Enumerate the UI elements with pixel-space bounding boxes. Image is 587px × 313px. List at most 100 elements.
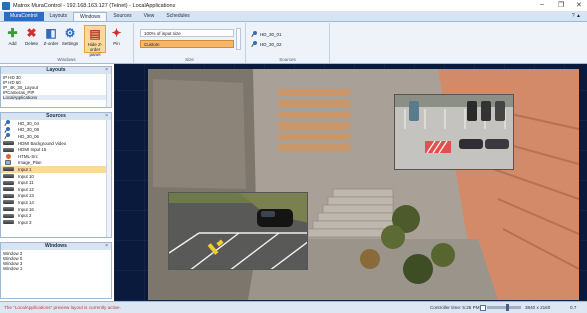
source-item-label: HD_30_08 (18, 127, 39, 133)
settings-button[interactable]: ⚙ Settings (61, 25, 79, 53)
video-device-icon (3, 167, 14, 172)
source-item[interactable]: Input 13 (1, 193, 111, 200)
z-order-button[interactable]: ◧ Z-order (42, 25, 60, 53)
pin-icon: ✦ (111, 25, 122, 40)
window-item[interactable]: Window 1 (3, 266, 109, 271)
video-device-icon (3, 187, 14, 192)
pip-video-window-parking-top[interactable] (394, 94, 514, 170)
delete-button[interactable]: ✖ Delete (23, 25, 40, 53)
pin-icon (5, 133, 11, 139)
windows-panel: Windows × Window 2 Window 0 Window 3 Window… (0, 242, 112, 299)
hide-z-order-panel-button[interactable]: ▤ Hide Z-order panel (84, 25, 106, 57)
source-item[interactable]: Input 3 (1, 219, 111, 226)
windows-panel-close-icon[interactable]: × (105, 243, 108, 250)
source-item[interactable]: Input 2 (1, 212, 111, 219)
windows-group: ✚ Add ✖ Delete ◧ Z-order ⚙ Settings ▤ Hide Z-orde… (0, 23, 134, 63)
ribbon-source-item[interactable]: HD_30_01 (252, 31, 282, 37)
ribbon-source-label: HD_30_02 (260, 41, 282, 47)
add-button[interactable]: ✚ Add (4, 25, 21, 53)
windows-panel-title: Windows (45, 243, 67, 249)
controller-time: Controller time: 5:26 PM (430, 305, 480, 310)
video-device-icon (3, 200, 14, 205)
video-device-icon (3, 220, 14, 225)
ribbon: ✚ Add ✖ Delete ◧ Z-order ⚙ Settings ▤ Hide Z-orde… (0, 22, 587, 64)
parking-lot-image (395, 95, 513, 169)
minimize-button[interactable]: – (540, 1, 544, 8)
sources-group: HD_30_01 HD_30_02 Sources (246, 23, 330, 63)
pin-icon (252, 31, 257, 37)
ribbon-button-label: Pin (113, 41, 120, 46)
app-logo-icon (2, 1, 10, 10)
sources-panel-title: Sources (46, 113, 66, 119)
layouts-panel-close-icon[interactable]: × (105, 67, 108, 74)
sources-panel-header: Sources × (1, 113, 111, 120)
source-item[interactable]: HD_30_08 (1, 126, 111, 134)
size-custom-option[interactable]: Custom (140, 40, 234, 48)
tab-layouts[interactable]: Layouts (44, 12, 74, 21)
title-bar: Matrox MuraControl - 192.168.163.127 (Te… (0, 0, 587, 11)
parking-space-image (169, 193, 307, 269)
ribbon-button-label: Z-order (43, 41, 59, 46)
maximize-button[interactable]: ❐ (558, 1, 564, 9)
source-item-label: HTML-Src (18, 153, 39, 159)
layouts-panel-header: Layouts × (1, 67, 111, 74)
resolution-readout: 3840 x 2160 (525, 305, 551, 310)
zoom-level-readout: 0.7 (570, 305, 577, 310)
source-item[interactable]: Input 1 (1, 166, 111, 173)
source-item[interactable]: HDMI Input 15 (1, 146, 111, 153)
ribbon-button-label: Delete (24, 41, 38, 46)
video-device-icon (3, 147, 14, 152)
source-item[interactable]: HD_30_04 (1, 120, 111, 127)
source-item[interactable]: Input 14 (1, 199, 111, 206)
size-group: 100% of input size Custom Size (134, 23, 246, 63)
tab-windows[interactable]: Windows (73, 12, 108, 21)
source-item-label: HD_30_06 (18, 133, 39, 139)
source-item-label: Input 1 (18, 166, 32, 172)
source-item[interactable]: Image_Plan (1, 160, 111, 167)
source-item[interactable]: Input 12 (1, 186, 111, 193)
source-item[interactable]: Input 16 (1, 206, 111, 213)
source-item-label: HD_30_04 (18, 120, 39, 126)
sources-scrollbar[interactable] (106, 120, 111, 237)
z-order-icon: ◧ (45, 25, 57, 40)
ribbon-source-item[interactable]: HD_30_02 (252, 41, 282, 47)
ribbon-help-controls[interactable]: ? ▲ (572, 13, 581, 19)
zoom-out-icon[interactable] (480, 305, 486, 311)
zoom-slider-knob[interactable] (505, 304, 509, 311)
tab-muracontrol[interactable]: MuraControl (4, 12, 44, 21)
source-item-label: Input 13 (18, 193, 34, 199)
source-item[interactable]: HDMI Background Video (1, 140, 111, 147)
zoom-slider[interactable] (487, 304, 521, 311)
source-item[interactable]: HTML-Src (1, 153, 111, 160)
source-item-label: Input 12 (18, 186, 34, 192)
settings-icon: ⚙ (64, 25, 76, 40)
source-item-label: Image_Plan (18, 160, 42, 166)
source-item-label: Input 2 (18, 213, 32, 219)
source-item-label: HDMI Input 15 (18, 147, 47, 153)
pin-button[interactable]: ✦ Pin (108, 25, 125, 53)
video-device-icon (3, 180, 14, 185)
layouts-list: IP HD 30 IP HD 60 IP_4K_30_Layout IPCameras… (1, 74, 111, 101)
layout-item[interactable]: LocalApplications (3, 95, 109, 101)
source-item[interactable]: HD_30_06 (1, 133, 111, 140)
tab-sources[interactable]: Sources (107, 12, 137, 21)
close-button[interactable]: ✕ (576, 1, 582, 9)
pip-video-window-parking-bottom[interactable] (168, 192, 308, 270)
layouts-scrollbar[interactable] (106, 74, 111, 107)
size-field[interactable]: 100% of input size (140, 29, 234, 37)
tab-schedules[interactable]: Schedules (160, 12, 195, 21)
hide-z-order-panel-icon: ▤ (89, 26, 101, 41)
windows-group-label: Windows (57, 57, 76, 62)
source-item[interactable]: Input 10 (1, 173, 111, 180)
tab-view[interactable]: View (138, 12, 161, 21)
source-item-label: Input 10 (18, 173, 34, 179)
source-item[interactable]: Input 11 (1, 179, 111, 186)
video-device-icon (3, 193, 14, 198)
delete-icon: ✖ (26, 25, 37, 40)
ribbon-tabs: MuraControl Layouts Windows Sources View Sche… (0, 11, 587, 22)
video-device-icon (3, 213, 14, 218)
size-scrollbar[interactable] (236, 28, 241, 50)
ribbon-button-label: Hide Z-order panel (87, 42, 103, 57)
sources-panel-close-icon[interactable]: × (105, 113, 108, 120)
layout-canvas[interactable] (114, 64, 587, 301)
